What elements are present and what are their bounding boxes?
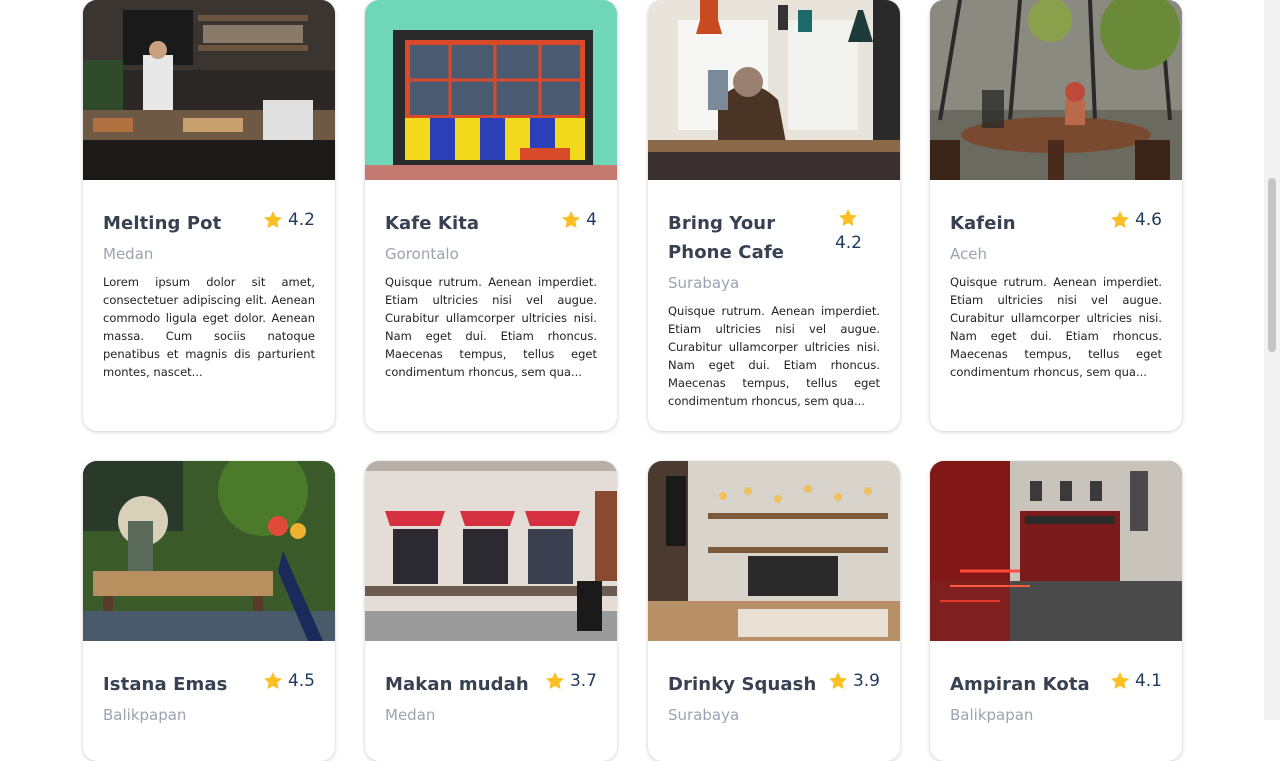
cafe-photo (365, 461, 617, 641)
cafe-grid: Melting Pot 4.2 Medan Lorem ipsum dolor … (0, 0, 1264, 761)
cafe-description: Quisque rutrum. Aenean imperdiet. Etiam … (385, 275, 597, 379)
cafe-description: Quisque rutrum. Aenean imperdiet. Etiam … (950, 275, 1162, 379)
cafe-city: Balikpapan (950, 706, 1034, 724)
cafe-card-kafe-kita[interactable]: Kafe Kita 4 Gorontalo Quisque rutrum. Ae… (365, 0, 617, 431)
cafe-card-drinky-squash[interactable]: Drinky Squash 3.9 Surabaya (648, 461, 900, 761)
star-icon (262, 670, 284, 692)
rating-value: 4.2 (834, 233, 862, 253)
cafe-card-makan-mudah[interactable]: Makan mudah 3.7 Medan (365, 461, 617, 761)
page-scrollbar[interactable] (1264, 0, 1280, 720)
cafe-rating: 4.6 (1109, 208, 1162, 232)
rating-value: 3.7 (569, 671, 597, 691)
cafe-rating: 3.9 (827, 669, 880, 693)
scrollbar-thumb[interactable] (1268, 178, 1276, 352)
rating-value: 4.6 (1134, 210, 1162, 230)
cafe-description: Lorem ipsum dolor sit amet, consectetuer… (103, 275, 315, 379)
cafe-name[interactable]: Melting Pot (103, 209, 263, 238)
cafe-rating: 4.2 (262, 208, 315, 232)
cafe-city: Medan (385, 706, 436, 724)
cafe-name[interactable]: Istana Emas (103, 670, 263, 699)
cafe-rating: 4.1 (1109, 669, 1162, 693)
cafe-name[interactable]: Bring Your Phone Cafe (668, 209, 838, 267)
cafe-photo (83, 0, 335, 180)
rating-value: 4.1 (1134, 671, 1162, 691)
cafe-name[interactable]: Ampiran Kota (950, 670, 1110, 699)
star-icon (1109, 209, 1131, 231)
cafe-city: Gorontalo (385, 245, 459, 263)
cafe-rating: 3.7 (544, 669, 597, 693)
cafe-rating: 4.2 (835, 207, 862, 255)
cafe-photo (365, 0, 617, 180)
cafe-card-kafein[interactable]: Kafein 4.6 Aceh Quisque rutrum. Aenean i… (930, 0, 1182, 431)
cafe-city: Medan (103, 245, 154, 263)
cafe-card-ampiran-kota[interactable]: Ampiran Kota 4.1 Balikpapan (930, 461, 1182, 761)
star-icon (1109, 670, 1131, 692)
cafe-description: Quisque rutrum. Aenean imperdiet. Etiam … (668, 304, 880, 408)
cafe-name[interactable]: Drinky Squash (668, 670, 828, 699)
cafe-name[interactable]: Kafein (950, 209, 1110, 238)
cafe-photo (930, 0, 1182, 180)
cafe-card-bring-your-phone-cafe[interactable]: Bring Your Phone Cafe 4.2 Surabaya Quisq… (648, 0, 900, 431)
rating-value: 4.2 (287, 210, 315, 230)
rating-value: 4 (586, 210, 597, 230)
cafe-photo (648, 461, 900, 641)
cafe-card-istana-emas[interactable]: Istana Emas 4.5 Balikpapan (83, 461, 335, 761)
rating-value: 4.5 (287, 671, 315, 691)
cafe-name[interactable]: Kafe Kita (385, 209, 545, 238)
cafe-card-melting-pot[interactable]: Melting Pot 4.2 Medan Lorem ipsum dolor … (83, 0, 335, 431)
rating-value: 3.9 (852, 671, 880, 691)
cafe-city: Surabaya (668, 706, 740, 724)
star-icon (544, 670, 566, 692)
cafe-city: Surabaya (668, 274, 740, 292)
star-icon (837, 207, 859, 229)
cafe-photo (930, 461, 1182, 641)
cafe-name[interactable]: Makan mudah (385, 670, 545, 699)
cafe-city: Balikpapan (103, 706, 187, 724)
cafe-rating: 4.5 (262, 669, 315, 693)
star-icon (560, 209, 582, 231)
cafe-city: Aceh (950, 245, 987, 263)
star-icon (827, 670, 849, 692)
star-icon (262, 209, 284, 231)
cafe-rating: 4 (560, 208, 597, 232)
cafe-photo (648, 0, 900, 180)
cafe-photo (83, 461, 335, 641)
